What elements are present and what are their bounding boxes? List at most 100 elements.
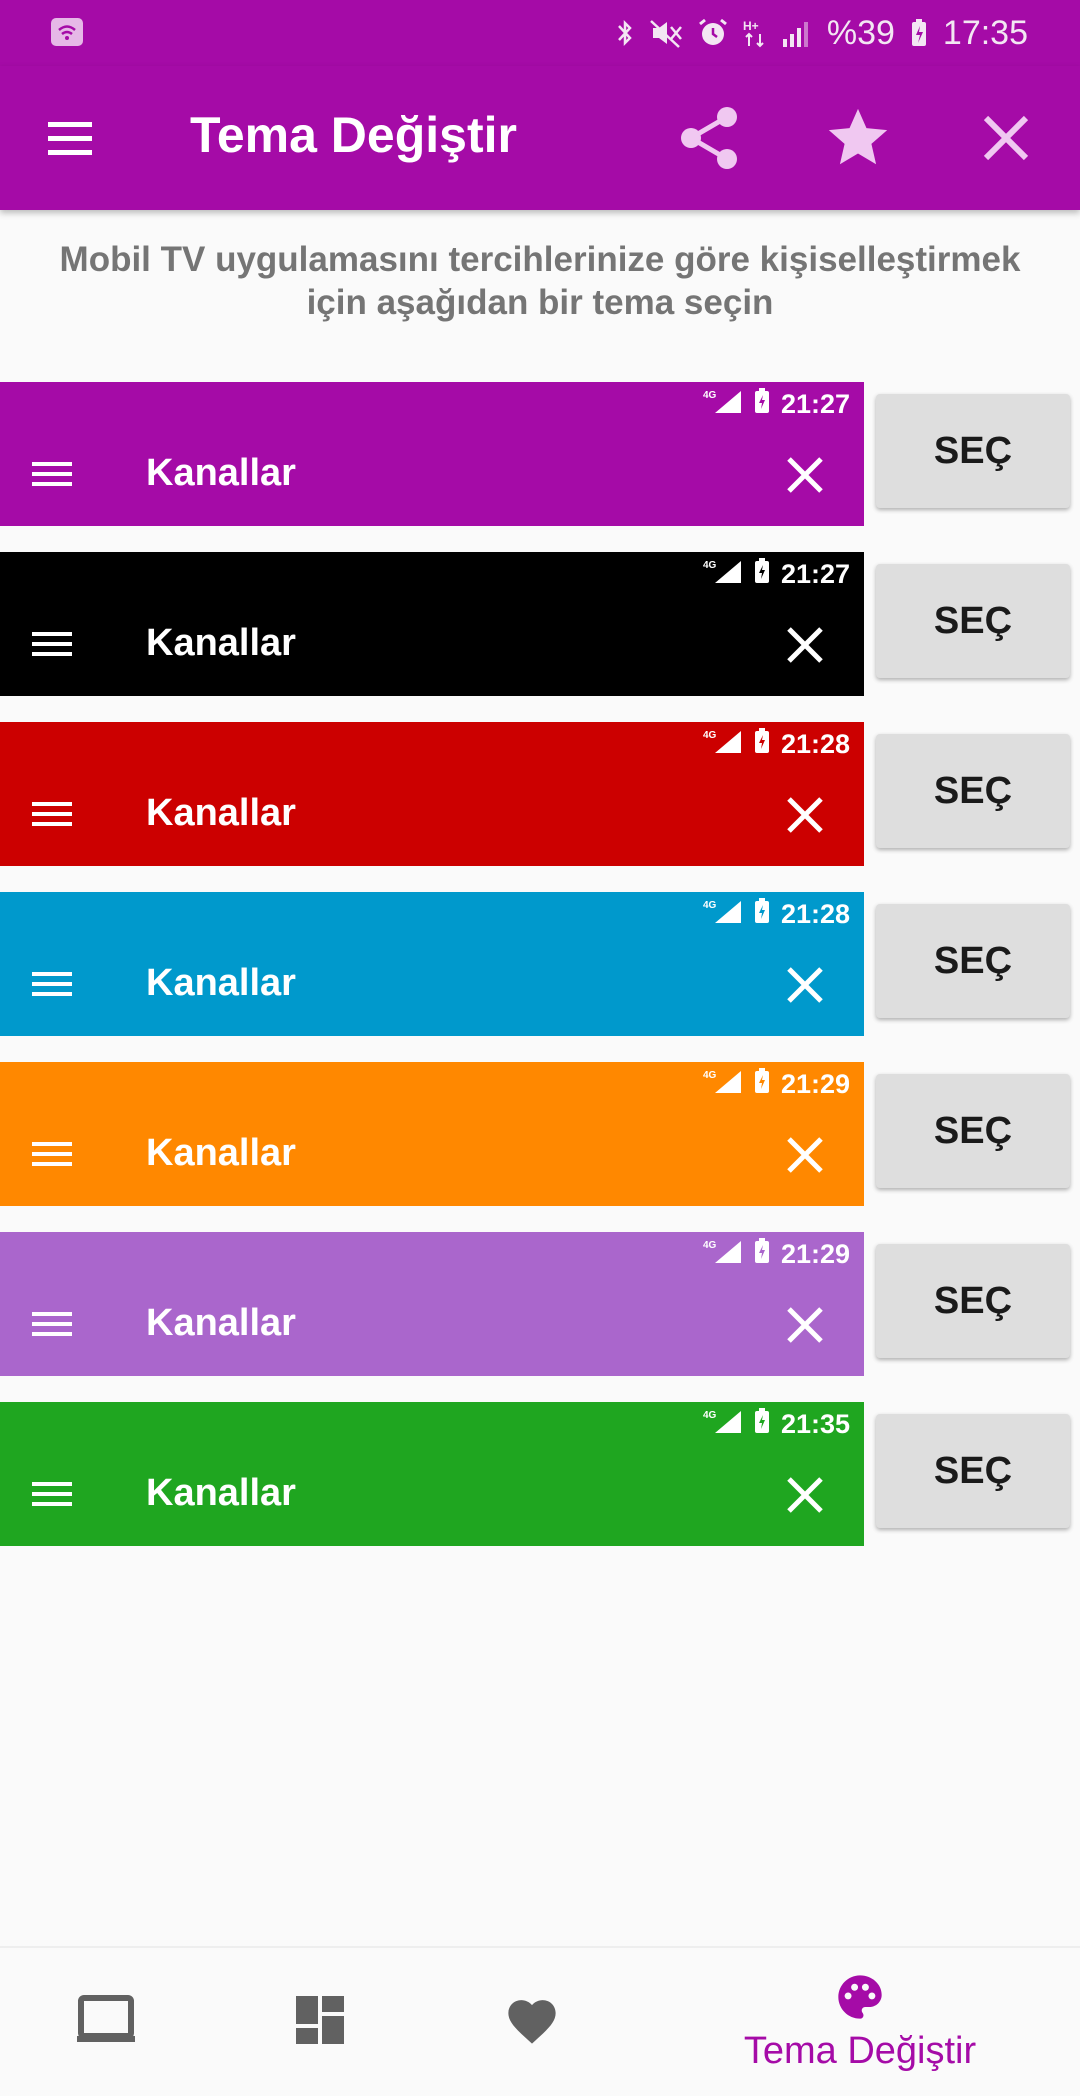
dashboard-icon <box>294 1994 346 2051</box>
svg-text:4G: 4G <box>703 1410 717 1421</box>
preview-status-bar: 4G 21:28 <box>703 727 850 762</box>
preview-time: 21:27 <box>780 388 850 419</box>
theme-preview: 4G 21:29 Kanallar <box>0 1062 864 1206</box>
preview-status-bar: 4G 21:27 <box>703 387 850 422</box>
theme-row: 4G 21:35 Kanallar SEÇ <box>0 1402 1080 1546</box>
preview-title: Kanallar <box>146 1472 296 1514</box>
preview-battery-icon <box>753 897 771 932</box>
preview-battery-icon <box>753 1067 771 1102</box>
nav-item-theme[interactable]: Tema Değiştir <box>712 1948 1008 2096</box>
preview-status-bar: 4G 21:35 <box>703 1407 850 1442</box>
preview-status-bar: 4G 21:27 <box>703 557 850 592</box>
nav-item-tv[interactable] <box>50 1948 162 2096</box>
intro-text: Mobil TV uygulamasını tercihlerinize gör… <box>59 240 1021 322</box>
preview-menu-icon <box>30 964 76 1004</box>
preview-battery-icon <box>753 387 771 422</box>
theme-row: 4G 21:28 Kanallar SEÇ <box>0 892 1080 1036</box>
select-theme-button[interactable]: SEÇ <box>876 1074 1070 1188</box>
preview-battery-icon <box>753 1407 771 1442</box>
preview-signal-icon: 4G <box>703 1237 743 1272</box>
preview-title: Kanallar <box>146 1302 296 1344</box>
select-theme-button[interactable]: SEÇ <box>876 734 1070 848</box>
preview-menu-icon <box>30 454 76 494</box>
theme-preview: 4G 21:35 Kanallar <box>0 1402 864 1546</box>
svg-text:4G: 4G <box>703 390 717 401</box>
svg-text:4G: 4G <box>703 560 717 571</box>
preview-title: Kanallar <box>146 792 296 834</box>
svg-text:4G: 4G <box>703 730 717 741</box>
battery-text: %39 <box>826 13 895 52</box>
preview-title: Kanallar <box>146 622 296 664</box>
preview-close-icon <box>780 1470 830 1520</box>
svg-text:4G: 4G <box>703 900 717 911</box>
svg-text:H+: H+ <box>743 19 759 33</box>
theme-preview: 4G 21:28 Kanallar <box>0 892 864 1036</box>
svg-text:4G: 4G <box>703 1240 717 1251</box>
preview-signal-icon: 4G <box>703 387 743 422</box>
theme-row: 4G 21:29 Kanallar SEÇ <box>0 1232 1080 1376</box>
preview-close-icon <box>780 790 830 840</box>
status-bar: H+ %39 17:35 <box>0 0 1080 66</box>
preview-menu-icon <box>30 1474 76 1514</box>
preview-title: Kanallar <box>146 452 296 494</box>
nav-label-theme: Tema Değiştir <box>743 2030 977 2072</box>
select-theme-button[interactable]: SEÇ <box>876 1244 1070 1358</box>
svg-text:4G: 4G <box>703 1070 717 1081</box>
theme-row: 4G 21:27 Kanallar SEÇ <box>0 382 1080 526</box>
select-theme-button[interactable]: SEÇ <box>876 564 1070 678</box>
preview-signal-icon: 4G <box>703 1407 743 1442</box>
select-theme-button[interactable]: SEÇ <box>876 1414 1070 1528</box>
theme-preview: 4G 21:28 Kanallar <box>0 722 864 866</box>
theme-preview: 4G 21:27 Kanallar <box>0 552 864 696</box>
preview-battery-icon <box>753 1237 771 1272</box>
preview-time: 21:27 <box>780 558 850 589</box>
share-icon[interactable] <box>670 100 750 176</box>
clock-text: 17:35 <box>942 13 1028 52</box>
preview-time: 21:35 <box>780 1408 850 1439</box>
signal-icon <box>781 17 813 49</box>
theme-row: 4G 21:27 Kanallar SEÇ <box>0 552 1080 696</box>
menu-icon[interactable] <box>40 110 100 166</box>
preview-status-bar: 4G 21:29 <box>703 1067 850 1102</box>
preview-close-icon <box>780 960 830 1010</box>
alarm-icon <box>697 17 729 49</box>
preview-battery-icon <box>753 727 771 762</box>
preview-signal-icon: 4G <box>703 727 743 762</box>
theme-preview: 4G 21:29 Kanallar <box>0 1232 864 1376</box>
wifi-icon <box>50 17 84 47</box>
preview-signal-icon: 4G <box>703 1067 743 1102</box>
bluetooth-icon <box>615 17 635 49</box>
preview-status-bar: 4G 21:28 <box>703 897 850 932</box>
preview-battery-icon <box>753 557 771 592</box>
nav-item-dashboard[interactable] <box>264 1948 376 2096</box>
preview-menu-icon <box>30 1134 76 1174</box>
heart-icon <box>503 1994 561 2051</box>
page-title: Tema Değiştir <box>190 107 517 163</box>
nav-item-favorites[interactable] <box>476 1948 588 2096</box>
preview-menu-icon <box>30 1304 76 1344</box>
preview-menu-icon <box>30 794 76 834</box>
theme-row: 4G 21:29 Kanallar SEÇ <box>0 1062 1080 1206</box>
theme-row: 4G 21:28 Kanallar SEÇ <box>0 722 1080 866</box>
mute-icon <box>649 17 683 49</box>
select-theme-button[interactable]: SEÇ <box>876 394 1070 508</box>
star-icon[interactable] <box>818 100 898 176</box>
data-icon: H+ <box>743 17 767 49</box>
select-theme-button[interactable]: SEÇ <box>876 904 1070 1018</box>
preview-title: Kanallar <box>146 1132 296 1174</box>
preview-menu-icon <box>30 624 76 664</box>
preview-close-icon <box>780 1130 830 1180</box>
theme-preview: 4G 21:27 Kanallar <box>0 382 864 526</box>
preview-time: 21:29 <box>780 1238 850 1269</box>
preview-time: 21:28 <box>780 728 850 759</box>
preview-title: Kanallar <box>146 962 296 1004</box>
close-icon[interactable] <box>966 100 1046 176</box>
preview-time: 21:28 <box>780 898 850 929</box>
palette-icon <box>834 1971 886 2028</box>
bottom-navigation: Tema Değiştir <box>0 1946 1080 2096</box>
preview-time: 21:29 <box>780 1068 850 1099</box>
battery-icon <box>909 17 929 49</box>
preview-status-bar: 4G 21:29 <box>703 1237 850 1272</box>
tv-icon <box>75 1994 137 2051</box>
preview-signal-icon: 4G <box>703 557 743 592</box>
